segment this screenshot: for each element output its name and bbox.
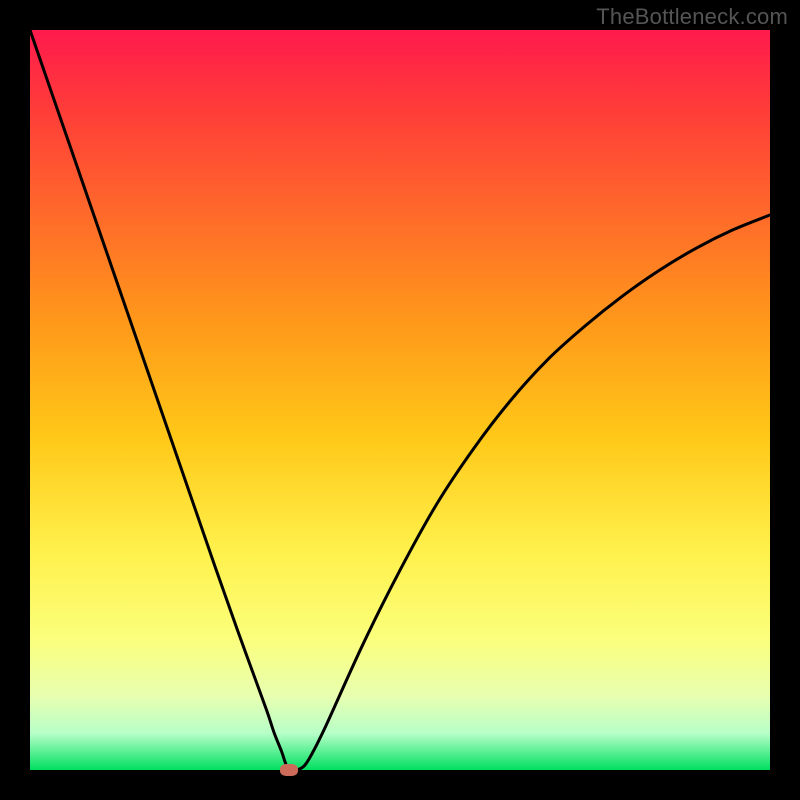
optimal-marker bbox=[280, 764, 298, 776]
chart-frame: TheBottleneck.com bbox=[0, 0, 800, 800]
watermark-text: TheBottleneck.com bbox=[596, 4, 788, 30]
plot-area bbox=[30, 30, 770, 770]
bottleneck-curve bbox=[30, 30, 770, 770]
